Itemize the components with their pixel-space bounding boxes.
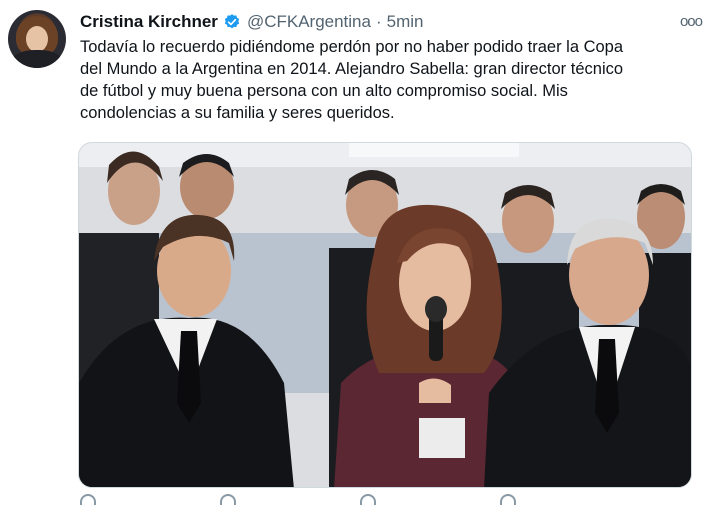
avatar-body [10, 50, 64, 68]
tweet-header: Cristina Kirchner @CFKArgentina · 5min o… [80, 11, 703, 33]
separator-dot: · [375, 12, 382, 31]
tweet-text: Todavía lo recuerdo pidiéndome perdón po… [80, 38, 624, 122]
tweet-actions [80, 494, 680, 505]
author-name[interactable]: Cristina Kirchner [80, 12, 218, 32]
retweet-icon[interactable] [220, 494, 236, 505]
avatar[interactable] [8, 10, 66, 68]
timestamp[interactable]: 5min [387, 12, 424, 32]
like-icon[interactable] [360, 494, 376, 505]
tweet-photo[interactable] [78, 142, 692, 488]
reply-icon[interactable] [80, 494, 96, 505]
more-options-icon[interactable]: ooo [680, 13, 703, 30]
author-handle[interactable]: @CFKArgentina [247, 12, 371, 32]
avatar-face [26, 26, 48, 52]
verified-badge-icon [224, 14, 240, 29]
photo-illustration [79, 143, 691, 487]
share-icon[interactable] [500, 494, 516, 505]
